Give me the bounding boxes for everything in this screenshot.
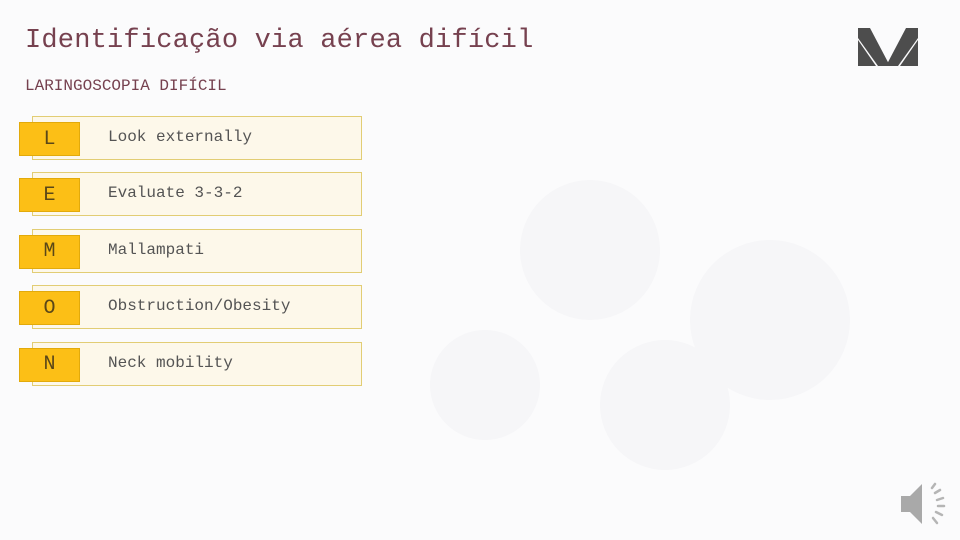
background-shape [600,340,730,470]
m-logo-icon [858,28,918,66]
slide-subtitle: LARINGOSCOPIA DIFÍCIL [25,77,227,95]
item-letter-box: L [19,122,80,156]
item-letter-box: N [19,347,80,382]
background-shape [430,330,540,440]
list-item: E Evaluate 3-3-2 [19,172,364,217]
item-text: Obstruction/Obesity [108,297,291,316]
item-letter-box: M [19,234,80,269]
item-text: Neck mobility [108,353,233,372]
item-text: Look externally [108,128,253,146]
item-text: Mallampati [108,240,205,259]
speaker-icon[interactable] [898,480,948,528]
lemon-mnemonic-list: L Look externally E Evaluate 3-3-2 M Mal… [19,116,364,398]
list-item: L Look externally [19,116,364,160]
item-text: Evaluate 3-3-2 [108,184,243,203]
item-letter-box: O [19,291,80,326]
item-letter-box: E [19,178,80,213]
list-item: M Mallampati [19,228,364,273]
background-shape [520,180,660,320]
list-item: N Neck mobility [19,341,364,386]
list-item: O Obstruction/Obesity [19,285,364,330]
slide-title: Identificação via aérea difícil [25,26,534,56]
